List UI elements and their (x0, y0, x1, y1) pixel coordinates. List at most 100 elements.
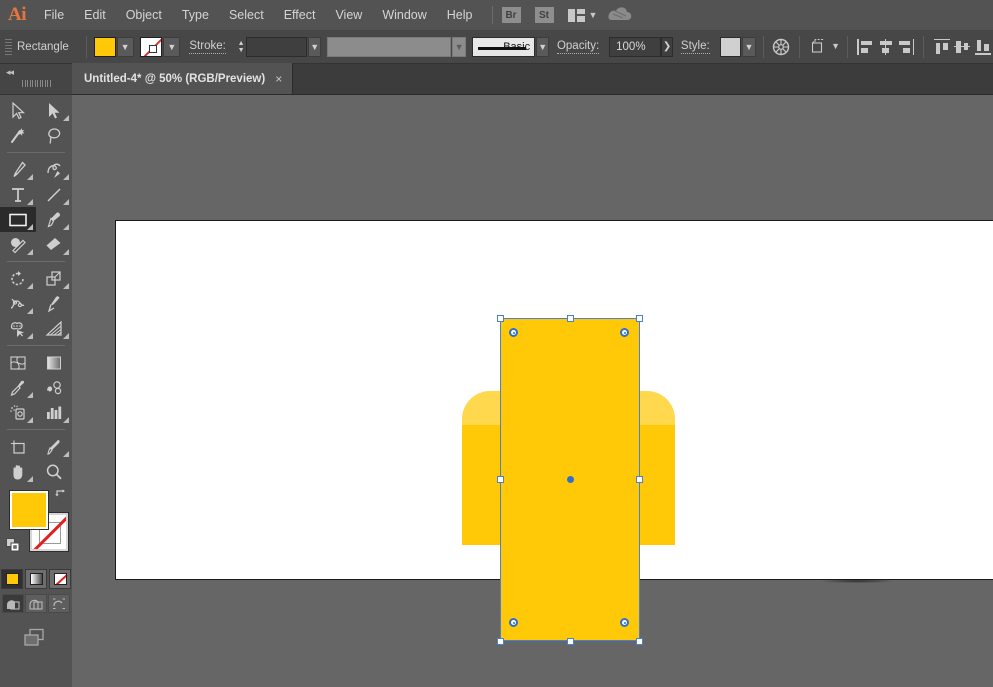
stroke-swatch-none[interactable] (140, 37, 162, 57)
menu-effect[interactable]: Effect (274, 0, 326, 30)
rotate-tool[interactable] (0, 266, 36, 291)
corner-widget-top-right[interactable] (620, 328, 629, 337)
graphic-style-swatch[interactable] (720, 37, 742, 57)
gradient-mode-button[interactable] (25, 569, 47, 589)
style-label[interactable]: Style: (681, 40, 710, 54)
draw-behind-button[interactable] (25, 594, 47, 613)
none-mode-button[interactable] (49, 569, 71, 589)
align-right-icon[interactable] (898, 36, 915, 58)
bridge-button[interactable]: Br (502, 7, 521, 23)
slice-tool[interactable] (36, 434, 72, 459)
magic-wand-tool[interactable] (0, 123, 36, 148)
free-transform-tool[interactable] (36, 291, 72, 316)
style-dropdown-icon[interactable]: ▼ (742, 37, 755, 57)
document-tab[interactable]: Untitled-4* @ 50% (RGB/Preview) × (72, 63, 293, 94)
selection-handle-bottom-right[interactable] (636, 638, 643, 645)
direct-selection-tool[interactable] (36, 98, 72, 123)
selection-handle-middle-left[interactable] (497, 476, 504, 483)
shape-builder-tool[interactable] (0, 316, 36, 341)
pen-tool[interactable] (0, 157, 36, 182)
corner-widget-top-left[interactable] (509, 328, 518, 337)
line-segment-tool[interactable] (36, 182, 72, 207)
selection-handle-top-right[interactable] (636, 315, 643, 322)
close-icon[interactable]: × (275, 72, 282, 86)
align-top-icon[interactable] (933, 36, 950, 58)
column-graph-tool[interactable] (36, 400, 72, 425)
draw-inside-button[interactable] (48, 594, 70, 613)
stroke-weight-input[interactable] (246, 37, 307, 57)
transform-chevron-down-icon[interactable]: ▼ (831, 42, 840, 51)
menu-file[interactable]: File (34, 0, 74, 30)
artboard-tool[interactable] (0, 434, 36, 459)
control-bar-grip[interactable] (4, 36, 12, 58)
stroke-dropdown-icon[interactable]: ▼ (163, 37, 180, 57)
hand-tool[interactable] (0, 459, 36, 484)
fill-swatch[interactable] (94, 37, 116, 57)
align-horizontal-center-icon[interactable] (877, 36, 894, 58)
align-vertical-center-icon[interactable] (954, 36, 971, 58)
tool-panel-grip[interactable] (22, 80, 52, 87)
eyedropper-tool[interactable] (0, 375, 36, 400)
width-tool[interactable] (0, 291, 36, 316)
selection-handle-bottom-center[interactable] (567, 638, 574, 645)
zoom-tool[interactable] (36, 459, 72, 484)
menu-help[interactable]: Help (437, 0, 483, 30)
canvas-area[interactable] (72, 95, 993, 687)
stock-button[interactable]: St (535, 7, 554, 23)
workspace-icon (568, 9, 585, 22)
menu-type[interactable]: Type (172, 0, 219, 30)
transform-panel-icon[interactable] (809, 36, 829, 58)
menu-window[interactable]: Window (372, 0, 436, 30)
align-left-icon[interactable] (857, 36, 874, 58)
selection-tool[interactable] (0, 98, 36, 123)
align-bottom-icon[interactable] (974, 36, 991, 58)
default-fill-stroke-icon[interactable] (6, 538, 21, 553)
gradient-tool[interactable] (36, 350, 72, 375)
perspective-grid-tool[interactable] (36, 316, 72, 341)
corner-widget-bottom-left[interactable] (509, 618, 518, 627)
curvature-tool[interactable] (36, 157, 72, 182)
swap-fill-stroke-icon[interactable] (54, 489, 68, 503)
artwork[interactable] (72, 95, 993, 687)
stroke-weight-dropdown-icon[interactable]: ▼ (308, 37, 321, 57)
blend-tool[interactable] (36, 375, 72, 400)
symbol-sprayer-tool[interactable] (0, 400, 36, 425)
stroke-weight-label[interactable]: Stroke: (189, 40, 225, 54)
selection-handle-middle-right[interactable] (636, 476, 643, 483)
selection-handle-top-left[interactable] (497, 315, 504, 322)
scale-tool[interactable] (36, 266, 72, 291)
brush-definition-dropdown-icon[interactable]: ▼ (536, 37, 549, 57)
eraser-tool[interactable] (36, 232, 72, 257)
opacity-input[interactable]: 100% (609, 37, 661, 57)
shaper-tool[interactable] (0, 232, 36, 257)
draw-normal-button[interactable] (2, 594, 24, 613)
menu-view[interactable]: View (325, 0, 372, 30)
stroke-weight-stepper[interactable]: ▲▼ (236, 37, 247, 57)
menu-edit[interactable]: Edit (74, 0, 116, 30)
brush-definition-box[interactable]: Basic (472, 37, 535, 57)
fill-dropdown-icon[interactable]: ▼ (117, 37, 134, 57)
opacity-label[interactable]: Opacity: (557, 40, 599, 54)
selection-handle-bottom-left[interactable] (497, 638, 504, 645)
workspace-switcher[interactable]: ▼ (568, 9, 598, 22)
opacity-options-icon[interactable]: ❯ (661, 37, 674, 57)
recolor-artwork-icon[interactable] (772, 36, 790, 58)
selection-handle-top-center[interactable] (567, 315, 574, 322)
stroke-color-control[interactable]: ▼ (140, 37, 180, 57)
rectangle-tool[interactable] (0, 207, 36, 232)
paintbrush-tool[interactable] (36, 207, 72, 232)
corner-widget-bottom-right[interactable] (620, 618, 629, 627)
stroke-profile-input[interactable] (327, 37, 451, 57)
creative-cloud-icon[interactable] (607, 5, 633, 25)
color-mode-button[interactable] (1, 569, 23, 589)
lasso-tool[interactable] (36, 123, 72, 148)
stroke-profile-dropdown-icon[interactable]: ▼ (452, 37, 465, 57)
fill-color-box[interactable] (10, 491, 48, 529)
mesh-tool[interactable] (0, 350, 36, 375)
menu-object[interactable]: Object (116, 0, 172, 30)
type-tool[interactable] (0, 182, 36, 207)
menu-select[interactable]: Select (219, 0, 274, 30)
change-screen-mode-button[interactable] (0, 627, 72, 649)
fill-color-control[interactable]: ▼ (94, 37, 134, 57)
collapse-panel-icon[interactable]: ◂◂ (6, 67, 13, 78)
